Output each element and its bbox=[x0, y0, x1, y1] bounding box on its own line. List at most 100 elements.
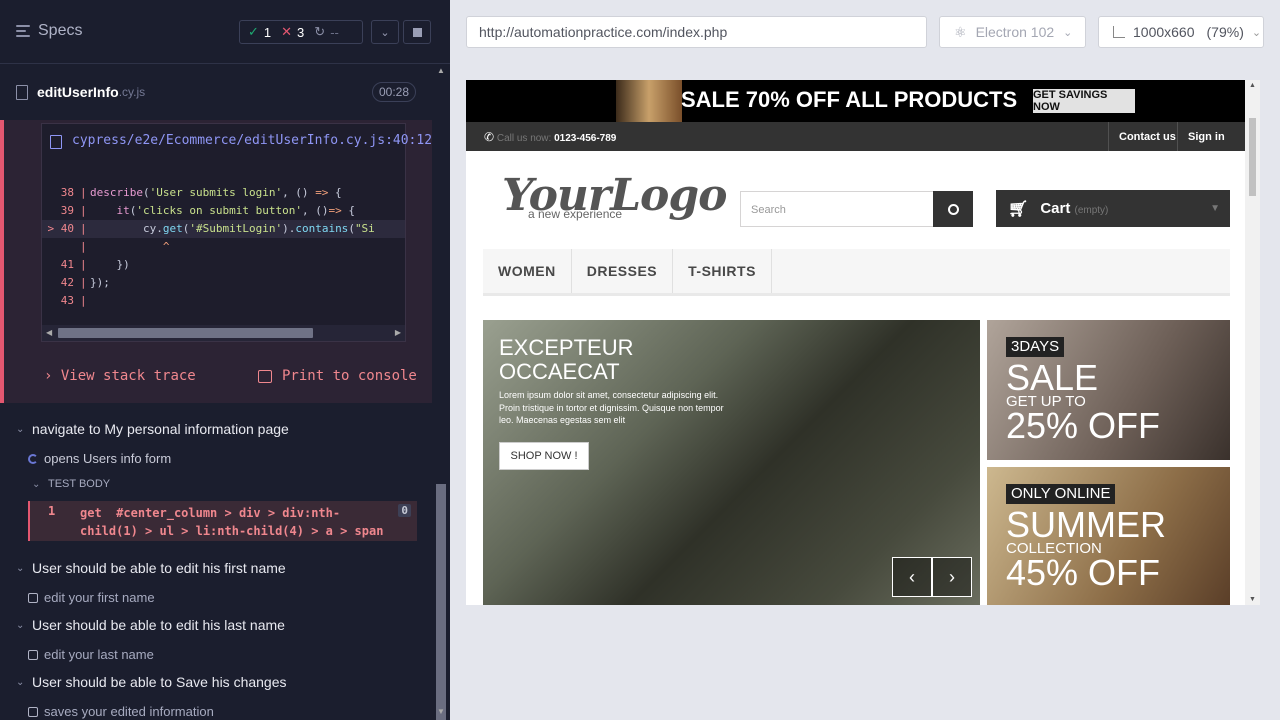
failed-stat: ✕ 3 bbox=[281, 24, 305, 40]
search-button[interactable] bbox=[933, 191, 973, 227]
ruler-icon bbox=[1113, 26, 1125, 38]
slider-next-button[interactable]: › bbox=[932, 557, 972, 597]
scroll-up-icon[interactable]: ▲ bbox=[1249, 82, 1256, 89]
contact-us-link[interactable]: Contact us bbox=[1108, 122, 1186, 151]
cart-button[interactable]: 🛒︎ Cart (empty) ▼ bbox=[996, 190, 1230, 227]
promo-title: SALE bbox=[1006, 357, 1099, 398]
test-opens-users-info[interactable]: opens Users info form bbox=[28, 451, 171, 466]
slide-text: Lorem ipsum dolor sit amet, consectetur … bbox=[499, 390, 724, 425]
specs-label: Specs bbox=[38, 22, 83, 39]
terminal-icon bbox=[258, 369, 272, 383]
test-edit-first-name[interactable]: edit your first name bbox=[28, 590, 155, 605]
menu-item-tshirts[interactable]: T-SHIRTS bbox=[673, 249, 772, 293]
passed-stat: ✓ 1 bbox=[248, 24, 272, 40]
test-save-info[interactable]: saves your edited information bbox=[28, 704, 214, 719]
code-frame: cypress/e2e/Ecommerce/editUserInfo.cy.js… bbox=[41, 123, 432, 342]
get-savings-button[interactable]: GET SAVINGS NOW bbox=[1033, 89, 1135, 113]
code-lines: 38 | describe('User submits login', () => … bbox=[42, 184, 405, 310]
code-line: 43 | bbox=[42, 292, 405, 310]
test-body-label[interactable]: ⌄ TEST BODY bbox=[32, 478, 110, 490]
promo-tag: 3DAYS bbox=[1006, 337, 1065, 357]
header-info-bar: ✆ Call us now: 0123-456-789 Contact us S… bbox=[466, 122, 1245, 151]
caret-down-icon: ▼ bbox=[1210, 203, 1220, 214]
logo-tagline: a new experience bbox=[528, 207, 623, 221]
banner-text: SALE 70% OFF ALL PRODUCTS bbox=[681, 87, 1018, 112]
home-slider: EXCEPTEUR OCCAECAT Lorem ipsum dolor sit … bbox=[483, 320, 980, 605]
sale-banner[interactable]: SALE 70% OFF ALL PRODUCTS GET SAVINGS NO… bbox=[466, 80, 1245, 122]
checkbox-icon bbox=[28, 649, 38, 660]
hook-navigate[interactable]: ⌄ navigate to My personal information pag… bbox=[16, 421, 289, 437]
code-line: > 40 | cy. get('#SubmitLogin'). contains("S… bbox=[42, 220, 405, 238]
stats-summary: ✓ 1 ✕ 3 ↻ -- bbox=[239, 20, 363, 44]
hook-save-changes[interactable]: ⌄ User should be able to Save his changes bbox=[16, 674, 287, 690]
pending-stat: ↻ -- bbox=[314, 24, 339, 40]
main-menu: WOMEN DRESSES T-SHIRTS bbox=[483, 249, 1230, 296]
browser-select[interactable]: ⚛ Electron 102 ⌄ bbox=[939, 16, 1086, 48]
chevron-down-button[interactable]: ⌄ bbox=[371, 20, 399, 44]
app-under-test: SALE 70% OFF ALL PRODUCTS GET SAVINGS NO… bbox=[466, 80, 1260, 605]
hook-edit-first-name[interactable]: ⌄ User should be able to edit his first n… bbox=[16, 560, 286, 576]
spinner-icon bbox=[28, 453, 38, 464]
call-us: ✆ Call us now: 0123-456-789 bbox=[484, 130, 617, 144]
code-line: 38 | describe('User submits login', () => … bbox=[42, 184, 405, 202]
scroll-right-icon[interactable]: ▶ bbox=[395, 328, 401, 337]
hook-edit-last-name[interactable]: ⌄ User should be able to edit his last na… bbox=[16, 617, 285, 633]
chevron-down-icon: ⌄ bbox=[1251, 26, 1262, 39]
stop-button[interactable] bbox=[403, 20, 431, 44]
command-row[interactable]: 1 get #center_column > div > div:nth-chi… bbox=[28, 501, 417, 541]
aut-scrollbar[interactable]: ▲ ▼ bbox=[1245, 80, 1260, 605]
reporter-panel: Specs ✓ 1 ✕ 3 ↻ -- ⌄ editUserInfo .cy.js 00… bbox=[0, 0, 450, 720]
scroll-left-icon[interactable]: ◀ bbox=[46, 328, 52, 337]
document-icon bbox=[16, 84, 28, 100]
promo-banner-sale[interactable]: 3DAYS SALE GET UP TO 25% OFF bbox=[987, 320, 1230, 460]
slide-title: EXCEPTEUR OCCAECAT bbox=[499, 335, 634, 384]
print-to-console[interactable]: Print to console bbox=[258, 368, 417, 384]
reporter-header: Specs ✓ 1 ✕ 3 ↻ -- ⌄ bbox=[0, 0, 450, 64]
scroll-down-icon[interactable]: ▼ bbox=[1249, 596, 1256, 603]
chevron-right-icon: › bbox=[949, 566, 955, 587]
promo-banner-summer[interactable]: ONLY ONLINE SUMMER COLLECTION 45% OFF bbox=[987, 467, 1230, 605]
horizontal-scrollbar[interactable]: ◀ ▶ bbox=[42, 325, 405, 341]
scroll-thumb[interactable] bbox=[58, 328, 313, 338]
command-count: 0 bbox=[398, 504, 411, 517]
promo-tag: ONLY ONLINE bbox=[1006, 484, 1116, 504]
view-stack-trace[interactable]: › View stack trace bbox=[44, 368, 196, 384]
sign-in-link[interactable]: Sign in bbox=[1177, 122, 1235, 151]
list-icon bbox=[16, 25, 30, 37]
slider-prev-button[interactable]: ‹ bbox=[892, 557, 932, 597]
scroll-thumb[interactable] bbox=[436, 484, 446, 720]
line-number bbox=[42, 238, 80, 256]
line-number: 41 bbox=[60, 258, 74, 271]
line-number: 38 bbox=[60, 186, 74, 199]
spinner-icon: ↻ bbox=[314, 24, 326, 39]
chevron-down-icon: ⌄ bbox=[32, 478, 41, 490]
code-line: 41 | }) bbox=[42, 256, 405, 274]
spec-file-name: editUserInfo bbox=[37, 84, 119, 100]
specs-toggle[interactable]: Specs bbox=[16, 22, 82, 40]
line-number: 39 bbox=[60, 204, 74, 217]
test-edit-last-name[interactable]: edit your last name bbox=[28, 647, 154, 662]
reporter-scrollbar[interactable]: ▲ ▼ bbox=[432, 64, 450, 720]
menu-item-women[interactable]: WOMEN bbox=[483, 249, 572, 293]
scroll-down-icon[interactable]: ▼ bbox=[437, 707, 445, 716]
menu-item-dresses[interactable]: DRESSES bbox=[572, 249, 674, 293]
viewport-select[interactable]: 1000x660 (79%) ⌄ bbox=[1098, 16, 1264, 48]
file-icon bbox=[50, 135, 62, 149]
phone-icon: ✆ bbox=[484, 130, 495, 144]
url-bar[interactable]: http://automationpractice.com/index.php bbox=[466, 16, 927, 48]
scroll-thumb[interactable] bbox=[1249, 118, 1256, 196]
checkbox-icon bbox=[28, 706, 38, 717]
command-number: 1 bbox=[48, 504, 56, 518]
scroll-up-icon[interactable]: ▲ bbox=[437, 66, 445, 75]
checkbox-icon bbox=[28, 592, 38, 603]
chevron-down-icon: ⌄ bbox=[16, 619, 25, 631]
line-number: > 40 bbox=[47, 222, 75, 235]
line-number: 43 bbox=[60, 294, 74, 307]
search-input[interactable]: Search bbox=[740, 191, 934, 227]
shop-now-button[interactable]: SHOP NOW ! bbox=[499, 442, 589, 470]
spec-file-header: editUserInfo .cy.js 00:28 bbox=[0, 64, 432, 120]
promo-title: SUMMER bbox=[1006, 504, 1166, 545]
chevron-left-icon: ‹ bbox=[909, 566, 915, 587]
promo-discount: 25% OFF bbox=[1006, 405, 1161, 446]
code-file-path[interactable]: cypress/e2e/Ecommerce/editUserInfo.cy.js… bbox=[50, 132, 432, 149]
